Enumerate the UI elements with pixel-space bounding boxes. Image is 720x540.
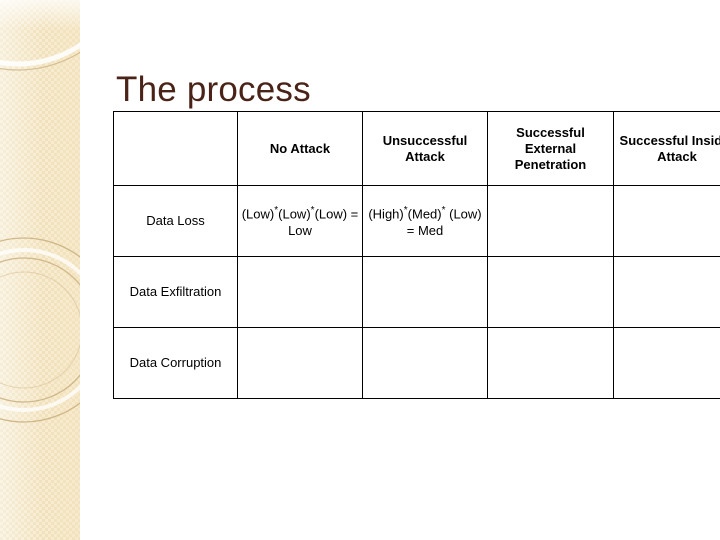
column-header-no-attack: No Attack xyxy=(237,111,363,186)
cell-data-corruption-successful-external-penetration xyxy=(487,327,614,399)
table-header: No Attack Unsuccessful Attack Successful… xyxy=(113,111,720,186)
table-row: Data Corruption xyxy=(113,327,720,399)
cell-data-loss-no-attack: (Low)*(Low)*(Low) = Low xyxy=(237,185,363,257)
column-header-successful-insider-attack: Successful Insider Attack xyxy=(613,111,720,186)
table-body: Data Loss (Low)*(Low)*(Low) = Low (High)… xyxy=(113,185,720,399)
row-header-data-exfiltration: Data Exfiltration xyxy=(113,256,238,328)
row-header-data-loss: Data Loss xyxy=(113,185,238,257)
cell-data-loss-unsuccessful-attack: (High)*(Med)* (Low) = Med xyxy=(362,185,488,257)
cell-data-corruption-successful-insider-attack xyxy=(613,327,720,399)
cell-data-exfiltration-no-attack xyxy=(237,256,363,328)
cell-data-corruption-no-attack xyxy=(237,327,363,399)
decorative-left-band xyxy=(0,0,80,540)
row-header-data-corruption: Data Corruption xyxy=(113,327,238,399)
cell-data-loss-successful-external-penetration xyxy=(487,185,614,257)
risk-matrix-table-container: No Attack Unsuccessful Attack Successful… xyxy=(113,111,720,399)
decorative-arcs-graphic xyxy=(0,42,80,423)
cell-data-exfiltration-successful-external-penetration xyxy=(487,256,614,328)
risk-matrix-table: No Attack Unsuccessful Attack Successful… xyxy=(113,111,720,399)
page-title: The process xyxy=(116,70,311,110)
column-header-successful-external-penetration: Successful External Penetration xyxy=(487,111,614,186)
table-header-row: No Attack Unsuccessful Attack Successful… xyxy=(113,111,720,186)
table-row: Data Loss (Low)*(Low)*(Low) = Low (High)… xyxy=(113,185,720,257)
cell-data-exfiltration-successful-insider-attack xyxy=(613,256,720,328)
cell-data-loss-successful-insider-attack xyxy=(613,185,720,257)
cell-data-exfiltration-unsuccessful-attack xyxy=(362,256,488,328)
table-corner-cell xyxy=(113,111,238,186)
table-row: Data Exfiltration xyxy=(113,256,720,328)
cell-data-corruption-unsuccessful-attack xyxy=(362,327,488,399)
column-header-unsuccessful-attack: Unsuccessful Attack xyxy=(362,111,488,186)
